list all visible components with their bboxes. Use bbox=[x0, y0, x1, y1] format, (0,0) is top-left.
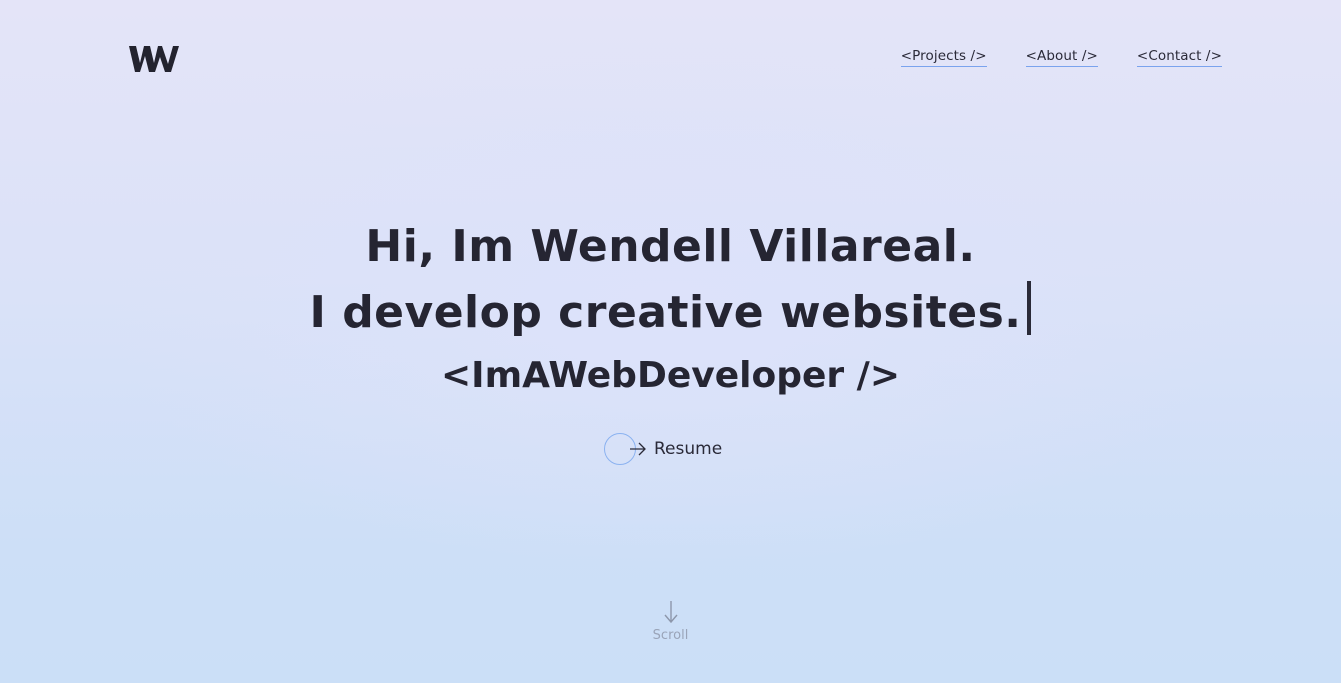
hero-tagline-row: I develop creative websites. bbox=[0, 280, 1341, 346]
typing-caret bbox=[1027, 281, 1032, 335]
arrow-down-icon bbox=[663, 601, 678, 624]
resume-label: Resume bbox=[654, 439, 723, 459]
nav-link-contact[interactable]: <Contact /> bbox=[1136, 48, 1222, 67]
scroll-indicator[interactable]: Scroll bbox=[0, 600, 1341, 643]
hero-tagline: I develop creative websites. bbox=[309, 287, 1022, 338]
logo[interactable] bbox=[129, 42, 179, 74]
wv-logo-icon bbox=[129, 46, 179, 72]
arrow-right-icon bbox=[630, 442, 646, 456]
hero-role: <ImAWebDeveloper /> bbox=[441, 355, 900, 396]
hero-greeting: Hi, Im Wendell Villareal. bbox=[365, 221, 976, 272]
resume-circle bbox=[604, 433, 646, 465]
hero: Hi, Im Wendell Villareal. I develop crea… bbox=[0, 214, 1341, 408]
nav-link-projects[interactable]: <Projects /> bbox=[900, 48, 987, 67]
scroll-label: Scroll bbox=[652, 628, 689, 643]
main-nav: <Projects /> <About /> <Contact /> bbox=[900, 48, 1222, 67]
resume-button[interactable]: Resume bbox=[604, 433, 722, 465]
nav-link-about[interactable]: <About /> bbox=[1025, 48, 1098, 67]
